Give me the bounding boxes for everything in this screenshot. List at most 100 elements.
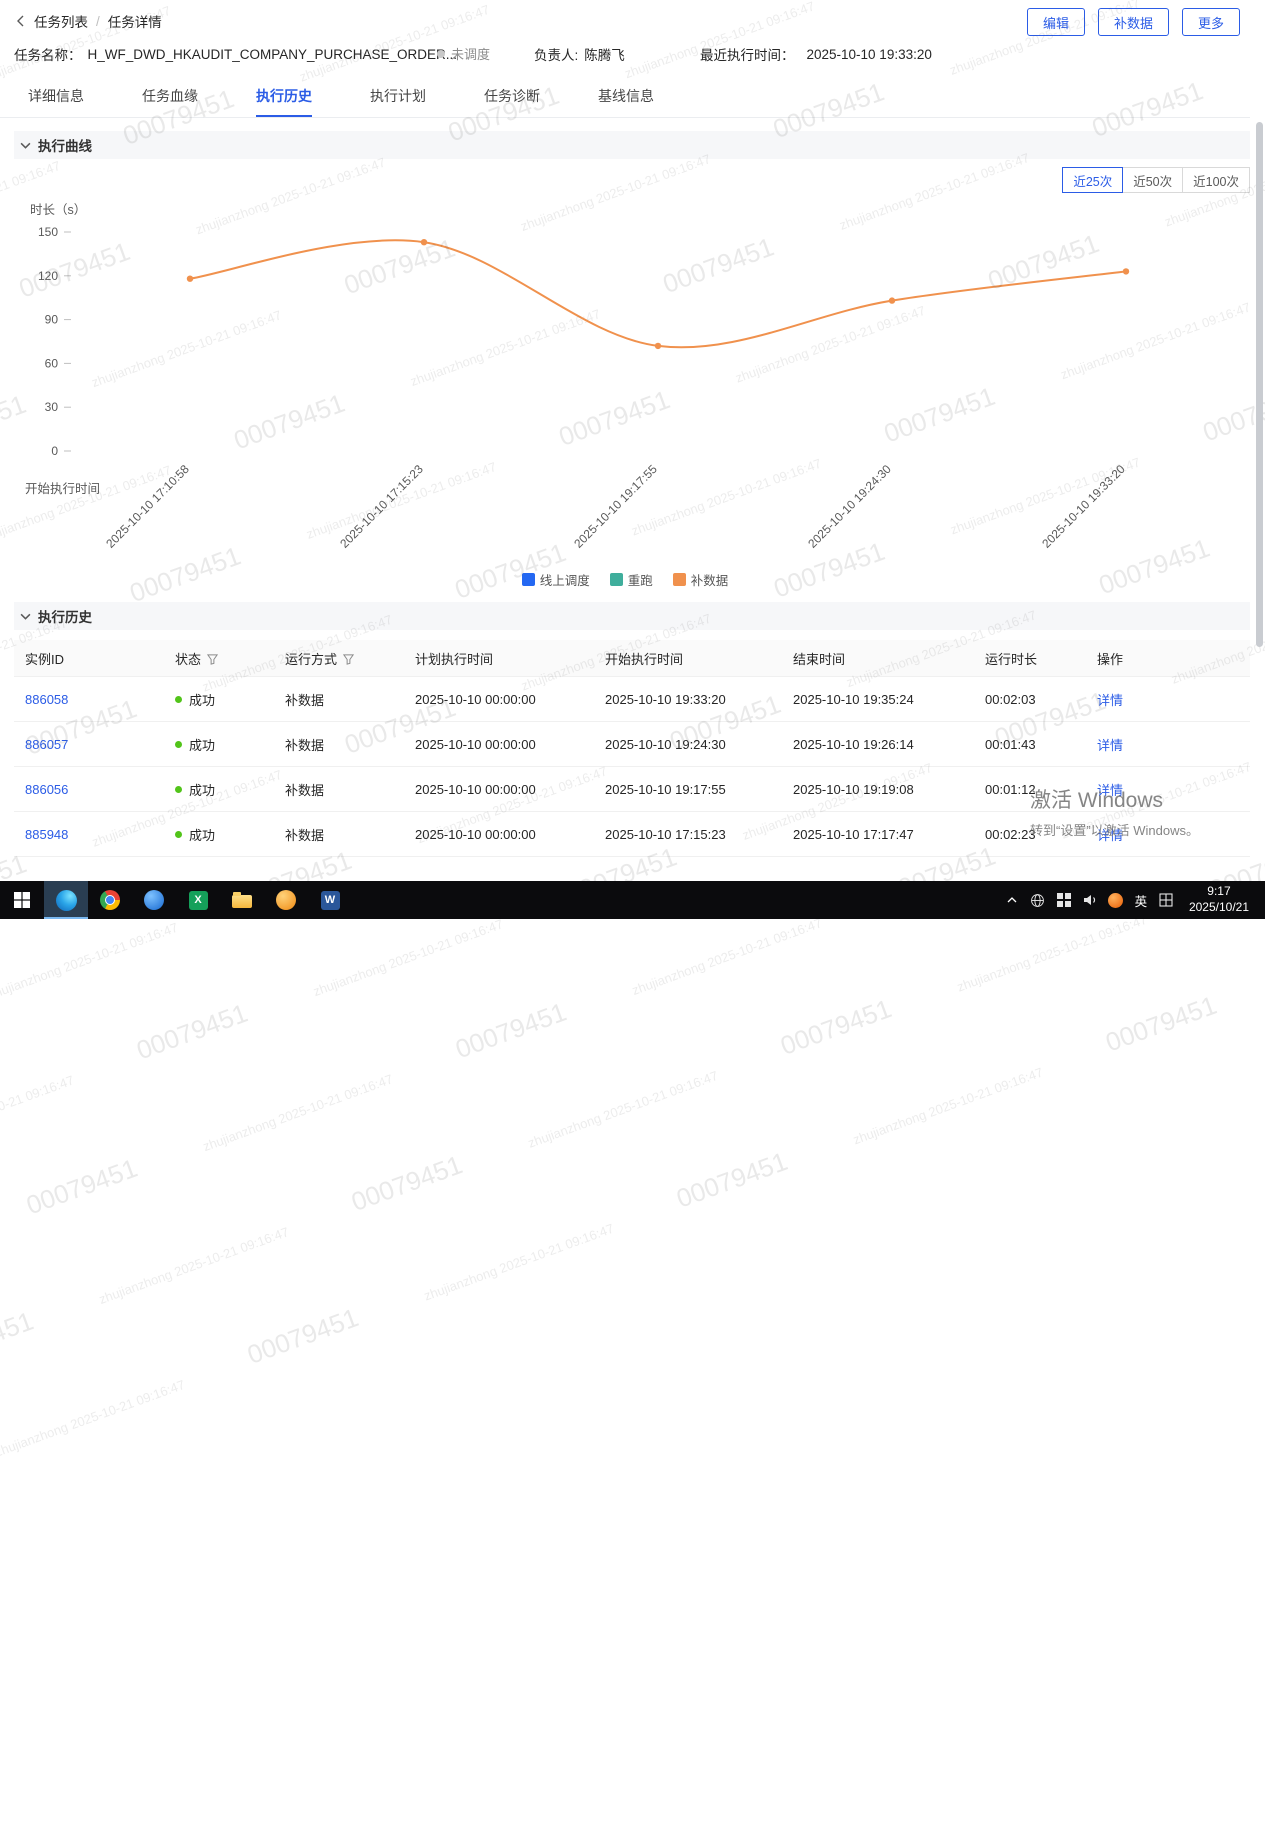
edge-icon — [56, 890, 77, 911]
task-name-label: 任务名称： — [14, 44, 82, 64]
instance-id-link[interactable]: 886058 — [25, 692, 68, 707]
cell-duration: 00:01:43 — [974, 722, 1086, 767]
taskbar-file-explorer-button[interactable] — [220, 881, 264, 919]
chrome-icon — [100, 890, 120, 910]
status-success-dot-icon — [175, 696, 182, 703]
header-actions: 编辑补数据更多 — [1014, 8, 1240, 36]
table-row: 886057成功补数据2025-10-10 00:00:002025-10-10… — [14, 722, 1250, 767]
watermark-user-text: zhujianzhong 2025-10-21 09:16:47 — [851, 1064, 1045, 1147]
cell-duration: 00:02:23 — [974, 812, 1086, 857]
orange-app-icon — [276, 890, 296, 910]
cell-instance-id: 886056 — [14, 767, 164, 812]
taskbar-clock[interactable]: 9:17 2025/10/21 — [1179, 884, 1259, 915]
collapse-chevron-icon — [20, 141, 31, 150]
detail-link[interactable]: 详情 — [1097, 828, 1123, 843]
column-label: 实例ID — [25, 652, 64, 667]
legend-item-online-schedule[interactable]: 线上调度 — [522, 570, 590, 589]
history-table-head-row: 实例ID状态运行方式计划执行时间开始执行时间结束时间运行时长操作 — [14, 640, 1250, 677]
svg-text:时长（s）: 时长（s） — [30, 203, 86, 217]
range-button-last100[interactable]: 近100次 — [1182, 167, 1250, 193]
legend-item-rerun[interactable]: 重跑 — [610, 570, 653, 589]
cell-planned-time: 2025-10-10 00:00:00 — [404, 812, 594, 857]
watermark-user-text: zhujianzhong 2025-10-21 09:16:47 — [0, 1072, 76, 1155]
section-execution-history[interactable]: 执行历史 — [14, 602, 1250, 630]
taskbar-spreadsheet-app-button[interactable]: X — [176, 881, 220, 919]
taskbar-orange-app-button[interactable] — [264, 881, 308, 919]
history-table: 实例ID状态运行方式计划执行时间开始执行时间结束时间运行时长操作 886058 成… — [14, 640, 1250, 857]
tab-detail-info[interactable]: 详细信息 — [28, 76, 84, 117]
system-tray: 英 9:17 2025/10/21 — [999, 881, 1265, 919]
task-name: 任务名称： H_WF_DWD_HKAUDIT_COMPANY_PURCHASE_O… — [14, 44, 457, 64]
clock-time: 9:17 — [1189, 884, 1249, 900]
taskbar-chrome-button[interactable] — [88, 881, 132, 919]
volume-icon[interactable] — [1077, 892, 1103, 908]
cell-end-time: 2025-10-10 19:19:08 — [782, 767, 974, 812]
filter-icon[interactable] — [343, 654, 354, 665]
tab-task-lineage[interactable]: 任务血缘 — [142, 76, 198, 117]
status-badge: 成功 — [175, 825, 215, 844]
tab-baseline-info[interactable]: 基线信息 — [598, 76, 654, 117]
owner-value: 陈腾飞 — [584, 44, 625, 64]
tab-execution-plan[interactable]: 执行计划 — [370, 76, 426, 117]
detail-link[interactable]: 详情 — [1097, 783, 1123, 798]
section-title: 执行历史 — [38, 606, 92, 626]
column-header-run-mode: 运行方式 — [274, 640, 404, 677]
x-axis-tick-label: 2025-10-10 19:24:30 — [778, 462, 894, 578]
watermark-user-text: zhujianzhong 2025-10-21 09:16:47 — [201, 1071, 395, 1154]
taskbar-word-app-button[interactable]: W — [308, 881, 352, 919]
chart-legend: 线上调度 重跑 补数据 — [0, 570, 1250, 589]
taskbar-edge-button[interactable] — [44, 881, 88, 919]
cell-planned-time: 2025-10-10 00:00:00 — [404, 767, 594, 812]
status-badge: 成功 — [175, 690, 215, 709]
watermark-user-text: zhujianzhong 2025-10-21 09:16:47 — [0, 1377, 187, 1460]
instance-id-link[interactable]: 886057 — [25, 737, 68, 752]
column-header-end-time: 结束时间 — [782, 640, 974, 677]
vertical-scrollbar[interactable] — [1256, 122, 1263, 647]
tabs: 详细信息 任务血缘 执行历史 执行计划 任务诊断 基线信息 — [0, 76, 1250, 118]
network-globe-icon[interactable] — [1025, 893, 1051, 908]
legend-item-backfill[interactable]: 补数据 — [673, 570, 729, 589]
windows-logo-icon — [14, 892, 30, 908]
task-name-value: H_WF_DWD_HKAUDIT_COMPANY_PURCHASE_ORDER.… — [88, 47, 458, 62]
back-chevron-icon[interactable] — [16, 15, 26, 27]
action-button-edit[interactable]: 编辑 — [1027, 8, 1085, 36]
svg-text:90: 90 — [45, 313, 59, 327]
svg-text:0: 0 — [51, 444, 58, 458]
input-language-indicator[interactable]: 英 — [1129, 891, 1153, 910]
hidden-icons-chevron-icon[interactable] — [999, 894, 1025, 906]
taskbar-start-button[interactable] — [0, 881, 44, 919]
detail-link[interactable]: 详情 — [1097, 693, 1123, 708]
range-button-last50[interactable]: 近50次 — [1122, 167, 1183, 193]
detail-link[interactable]: 详情 — [1097, 738, 1123, 753]
cell-start-time: 2025-10-10 19:24:30 — [594, 722, 782, 767]
column-header-planned-time: 计划执行时间 — [404, 640, 594, 677]
cell-run-mode: 补数据 — [274, 812, 404, 857]
tab-task-diagnosis[interactable]: 任务诊断 — [484, 76, 540, 117]
instance-id-link[interactable]: 886056 — [25, 782, 68, 797]
x-axis-tick-label: 2025-10-10 19:17:55 — [544, 462, 660, 578]
tab-execution-history[interactable]: 执行历史 — [256, 76, 312, 117]
status-success-dot-icon — [175, 786, 182, 793]
action-button-more[interactable]: 更多 — [1182, 8, 1240, 36]
breadcrumb-task-list[interactable]: 任务列表 — [34, 11, 88, 31]
watermark-user-text: zhujianzhong 2025-10-21 09:16:47 — [311, 916, 505, 999]
fox-app-tray-icon[interactable] — [1103, 893, 1129, 908]
range-buttons: 近25次近50次近100次 — [1063, 167, 1250, 193]
filter-icon[interactable] — [207, 654, 218, 665]
watermark-id-text: 00079451 — [243, 1302, 362, 1371]
section-execution-curve[interactable]: 执行曲线 — [14, 131, 1250, 159]
taskbar-blue-circle-app-button[interactable] — [132, 881, 176, 919]
ime-grid-icon[interactable] — [1153, 893, 1179, 907]
cell-run-mode: 补数据 — [274, 677, 404, 722]
watermark-user-text: zhujianzhong 2025-10-21 09:16:47 — [526, 1068, 720, 1151]
instance-id-link[interactable]: 885948 — [25, 827, 68, 842]
range-button-last25[interactable]: 近25次 — [1062, 167, 1123, 193]
x-axis-tick-label: 2025-10-10 19:33:20 — [1012, 462, 1128, 578]
widgets-grid-icon[interactable] — [1051, 893, 1077, 907]
last-execution-time: 最近执行时间： 2025-10-10 19:33:20 — [700, 44, 932, 64]
action-button-backfill[interactable]: 补数据 — [1098, 8, 1169, 36]
cell-start-time: 2025-10-10 19:33:20 — [594, 677, 782, 722]
table-row: 885948成功补数据2025-10-10 00:00:002025-10-10… — [14, 812, 1250, 857]
column-header-start-time: 开始执行时间 — [594, 640, 782, 677]
svg-text:60: 60 — [45, 356, 59, 370]
